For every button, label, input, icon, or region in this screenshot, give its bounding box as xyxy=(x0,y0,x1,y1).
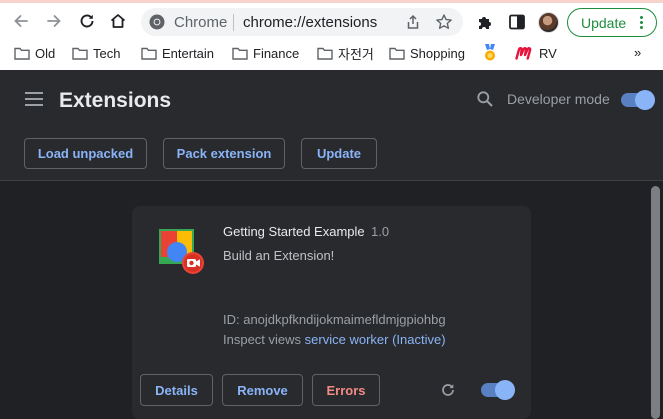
url-text[interactable]: chrome://extensions xyxy=(243,14,377,31)
bookmarks-bar: Old Tech Entertain Finance 자전거 Shopping xyxy=(0,38,663,68)
bookmark-medal[interactable] xyxy=(482,44,498,61)
m-logo-icon xyxy=(515,46,532,60)
avatar[interactable] xyxy=(538,12,559,33)
reload-button[interactable] xyxy=(76,10,98,32)
extension-name: Getting Started Example xyxy=(223,224,365,239)
bookmark-folder-tech[interactable]: Tech xyxy=(72,45,120,61)
menu-icon[interactable] xyxy=(25,92,43,106)
page-title: Extensions xyxy=(59,89,172,112)
reload-icon xyxy=(80,14,94,28)
update-extensions-button[interactable]: Update xyxy=(301,138,377,169)
forward-button[interactable] xyxy=(43,10,65,32)
medal-icon xyxy=(485,44,495,61)
back-button[interactable] xyxy=(10,10,32,32)
pack-extension-button[interactable]: Pack extension xyxy=(163,138,285,169)
errors-button[interactable]: Errors xyxy=(312,374,380,406)
browser-toolbar: Chrome chrome://extensions Update xyxy=(0,3,663,38)
bookmark-rv[interactable]: RV xyxy=(515,45,557,61)
site-chip-label: Chrome xyxy=(174,14,228,31)
search-icon[interactable] xyxy=(476,90,494,108)
chrome-logo-icon xyxy=(149,14,165,30)
extension-description: Build an Extension! xyxy=(223,248,335,263)
details-button[interactable]: Details xyxy=(140,374,213,406)
developer-actions-bar: Load unpacked Pack extension Update xyxy=(0,129,663,181)
update-browser-button[interactable]: Update xyxy=(567,8,657,37)
home-icon xyxy=(110,14,126,28)
bookmark-label: Tech xyxy=(93,45,121,61)
bookmark-label: 자전거 xyxy=(338,46,374,62)
extension-id: ID: anojdkpfkndijokmaimefldmjgpiohbg xyxy=(223,312,446,327)
folder-icon xyxy=(72,47,88,60)
bookmark-label: Shopping xyxy=(410,45,465,61)
inspect-views-label: Inspect views xyxy=(223,332,302,347)
address-divider xyxy=(233,14,234,31)
bookmark-label: RV xyxy=(539,45,557,61)
developer-mode-toggle[interactable] xyxy=(621,90,655,110)
puzzle-icon[interactable] xyxy=(476,13,494,31)
folder-icon xyxy=(14,47,30,60)
arrow-right-icon xyxy=(47,15,61,27)
remove-button[interactable]: Remove xyxy=(222,374,303,406)
extension-enabled-toggle[interactable] xyxy=(481,380,515,400)
extension-logo-icon xyxy=(159,229,204,274)
arrow-left-icon xyxy=(14,15,28,27)
address-bar[interactable]: Chrome chrome://extensions xyxy=(141,8,463,36)
folder-icon xyxy=(141,47,157,60)
load-unpacked-button[interactable]: Load unpacked xyxy=(24,138,147,169)
update-browser-label: Update xyxy=(581,14,627,31)
folder-icon xyxy=(389,47,405,60)
home-button[interactable] xyxy=(107,10,129,32)
reload-extension-icon[interactable] xyxy=(440,382,456,398)
bookmark-star-icon[interactable] xyxy=(435,13,453,31)
bookmark-folder-finance[interactable]: Finance xyxy=(232,45,299,61)
developer-mode-label: Developer mode xyxy=(507,91,610,107)
bookmarks-overflow-button[interactable]: » xyxy=(634,45,641,60)
bookmark-folder-shopping[interactable]: Shopping xyxy=(389,45,465,61)
scrollbar[interactable] xyxy=(651,186,660,419)
folder-icon xyxy=(317,47,333,60)
bookmark-folder-bicycle[interactable]: 자전거 xyxy=(317,45,374,62)
extensions-header: Extensions Developer mode xyxy=(0,70,663,129)
inspect-views: Inspect views service worker (Inactive) xyxy=(223,332,446,347)
browser-chrome: Chrome chrome://extensions Update Old Te… xyxy=(0,0,663,70)
share-icon[interactable] xyxy=(405,14,421,30)
bookmark-label: Old xyxy=(35,45,56,61)
side-panel-icon[interactable] xyxy=(508,13,526,31)
bookmark-label: Entertain xyxy=(162,45,215,61)
folder-icon xyxy=(232,47,248,60)
bookmark-label: Finance xyxy=(253,45,300,61)
extension-version: 1.0 xyxy=(371,224,390,239)
bookmark-folder-old[interactable]: Old xyxy=(14,45,55,61)
service-worker-link[interactable]: service worker (Inactive) xyxy=(305,332,446,347)
bookmark-folder-entertain[interactable]: Entertain xyxy=(141,45,214,61)
more-vert-icon xyxy=(640,16,644,30)
